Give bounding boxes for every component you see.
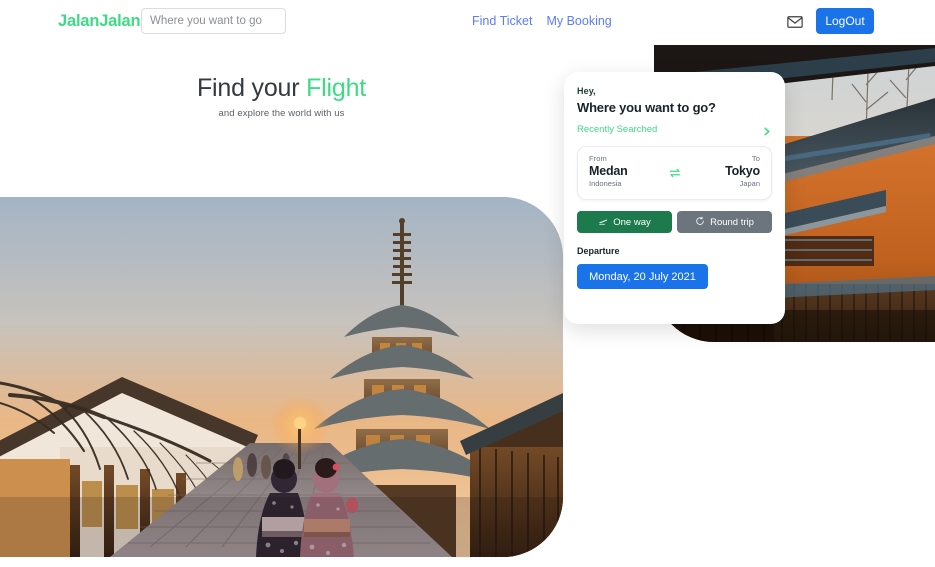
trip-type-one-way-button[interactable]: One way [577,211,672,233]
hero-photo-left [0,197,563,557]
photo-left-art [0,197,563,557]
recently-searched-row[interactable]: Recently Searched [577,124,772,136]
nav-link-my-booking[interactable]: My Booking [546,14,611,28]
logout-button[interactable]: LogOut [816,8,874,34]
hero-title-plain: Find your [196,74,307,102]
envelope-icon[interactable] [786,13,804,31]
route-selector[interactable]: From Medan Indonesia To Tokyo Japan [577,146,772,200]
route-to-country: Japan [739,179,760,188]
page-title: Find your Flight [0,72,563,104]
route-to[interactable]: To Tokyo Japan [725,154,760,192]
trip-type-group: One way Round trip [577,211,772,233]
card-greeting: Hey, [577,86,596,96]
route-from-city: Medan [589,164,628,178]
departure-label: Departure [577,246,620,256]
route-to-label: To [751,154,760,163]
plane-icon [598,216,608,229]
hero-heading-block: Find your Flight and explore the world w… [0,72,563,119]
trip-type-one-way-label: One way [613,216,651,228]
navbar: JalanJalan Find Ticket My Booking LogOut [0,0,935,45]
trip-type-round-trip-button[interactable]: Round trip [677,211,772,233]
nav-links: Find Ticket My Booking [472,14,612,28]
hero-title-accent: Flight [306,74,367,102]
hero-subtitle: and explore the world with us [218,108,345,119]
route-from-country: Indonesia [589,179,622,188]
departure-date-button[interactable]: Monday, 20 July 2021 [577,264,708,289]
recently-searched-label: Recently Searched [577,124,658,135]
chevron-right-icon[interactable] [761,124,772,136]
route-from[interactable]: From Medan Indonesia [589,154,628,192]
nav-link-find-ticket[interactable]: Find Ticket [472,14,532,28]
trip-type-round-trip-label: Round trip [710,216,754,228]
route-from-label: From [589,154,607,163]
search-input[interactable] [141,8,286,34]
app-root: JalanJalan Find Ticket My Booking LogOut… [0,0,935,567]
card-question: Where you want to go? [577,100,716,115]
swap-arrows-icon[interactable] [668,166,682,180]
flight-search-card: Hey, Where you want to go? Recently Sear… [564,72,785,324]
refresh-icon [695,216,705,229]
route-to-city: Tokyo [725,164,760,178]
brand-logo[interactable]: JalanJalan [58,12,141,31]
